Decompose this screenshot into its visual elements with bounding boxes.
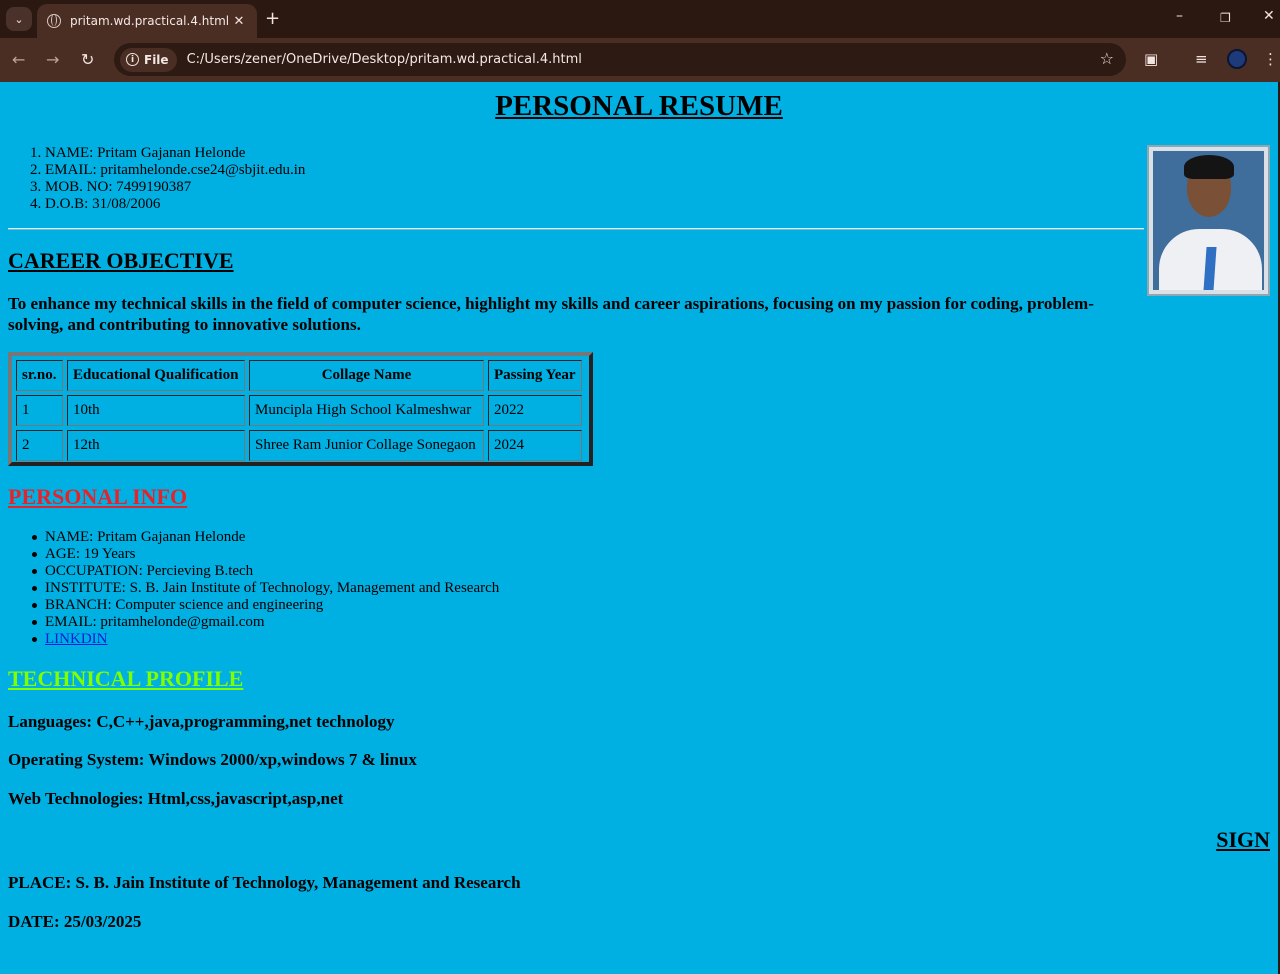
menu-icon[interactable]: ⋮ bbox=[1263, 50, 1278, 68]
list-item: NAME: Pritam Gajanan Helonde bbox=[31, 529, 499, 546]
globe-icon bbox=[47, 14, 61, 28]
education-table: sr.no. Educational Qualification Collage… bbox=[8, 352, 593, 466]
list-item: OCCUPATION: Percieving B.tech bbox=[31, 563, 499, 580]
list-item: BRANCH: Computer science and engineering bbox=[31, 597, 499, 614]
plus-icon[interactable]: + bbox=[265, 8, 280, 30]
site-info-label: File bbox=[144, 52, 169, 67]
tab-list-icon[interactable]: ⌄ bbox=[6, 7, 32, 31]
languages-text: Languages: C,C++,java,programming,net te… bbox=[8, 712, 395, 731]
personal-info-heading: PERSONAL INFO bbox=[8, 484, 188, 509]
url-text[interactable]: C:/Users/zener/OneDrive/Desktop/pritam.w… bbox=[187, 52, 582, 67]
back-icon[interactable]: ← bbox=[12, 50, 25, 69]
linkedin-link[interactable]: LINKDIN bbox=[45, 631, 107, 647]
list-item: 3. MOB. NO: 7499190387 bbox=[30, 179, 192, 195]
list-item: 1. NAME: Pritam Gajanan Helonde bbox=[30, 145, 246, 161]
tab-strip: ⌄ pritam.wd.practical.4.html ✕ + – ❐ ✕ bbox=[0, 0, 1280, 38]
list-item: EMAIL: pritamhelonde@gmail.com bbox=[31, 614, 499, 631]
table-row: 2 12th Shree Ram Junior Collage Sonegaon… bbox=[16, 430, 582, 461]
divider bbox=[8, 228, 1144, 230]
tab-title: pritam.wd.practical.4.html bbox=[70, 14, 230, 28]
place-text: PLACE: S. B. Jain Institute of Technolog… bbox=[8, 873, 521, 892]
reload-icon[interactable]: ↻ bbox=[81, 50, 94, 69]
minimize-icon[interactable]: – bbox=[1176, 8, 1183, 24]
list-item: LINKDIN bbox=[31, 631, 499, 648]
page-content: PERSONAL RESUME 1. NAME: Pritam Gajanan H… bbox=[0, 82, 1278, 974]
list-item: 4. D.O.B: 31/08/2006 bbox=[30, 196, 161, 212]
browser-toolbar: ← → ↻ i File C:/Users/zener/OneDrive/Des… bbox=[0, 38, 1280, 82]
star-icon[interactable]: ☆ bbox=[1100, 49, 1114, 68]
close-icon[interactable]: ✕ bbox=[231, 14, 247, 29]
list-item: INSTITUTE: S. B. Jain Institute of Techn… bbox=[31, 580, 500, 596]
info-icon: i bbox=[126, 53, 139, 66]
list-item: 2. EMAIL: pritamhelonde.cse24@sbjit.edu.i… bbox=[30, 162, 306, 178]
technical-profile-heading: TECHNICAL PROFILE bbox=[8, 666, 244, 691]
table-header-row: sr.no. Educational Qualification Collage… bbox=[16, 360, 582, 391]
tab-active[interactable]: pritam.wd.practical.4.html ✕ bbox=[37, 4, 257, 38]
page-title: PERSONAL RESUME bbox=[495, 90, 783, 122]
date-text: DATE: 25/03/2025 bbox=[8, 912, 142, 931]
contact-list: 1. NAME: Pritam Gajanan Helonde 2. EMAIL: … bbox=[30, 145, 306, 213]
personal-info-list: NAME: Pritam Gajanan Helonde AGE: 19 Yea… bbox=[31, 529, 500, 648]
os-text: Operating System: Windows 2000/xp,window… bbox=[8, 750, 417, 769]
avatar[interactable] bbox=[1227, 49, 1247, 69]
address-bar[interactable]: i File C:/Users/zener/OneDrive/Desktop/p… bbox=[114, 43, 1126, 76]
web-tech-text: Web Technologies: Html,css,javascript,as… bbox=[8, 789, 344, 808]
media-icon[interactable]: ≡ bbox=[1195, 50, 1208, 68]
forward-icon[interactable]: → bbox=[46, 50, 59, 69]
career-heading: CAREER OBJECTIVE bbox=[8, 248, 234, 273]
extensions-icon[interactable]: ▣ bbox=[1144, 50, 1158, 68]
close-window-icon[interactable]: ✕ bbox=[1263, 8, 1275, 24]
sign-heading: SIGN bbox=[1216, 827, 1270, 852]
career-text: To enhance my technical skills in the fi… bbox=[8, 294, 1094, 334]
list-item: AGE: 19 Years bbox=[31, 546, 499, 563]
table-row: 1 10th Muncipla High School Kalmeshwar 2… bbox=[16, 395, 582, 426]
restore-icon[interactable]: ❐ bbox=[1220, 11, 1231, 25]
site-info-chip[interactable]: i File bbox=[120, 47, 177, 72]
profile-photo bbox=[1147, 145, 1270, 296]
